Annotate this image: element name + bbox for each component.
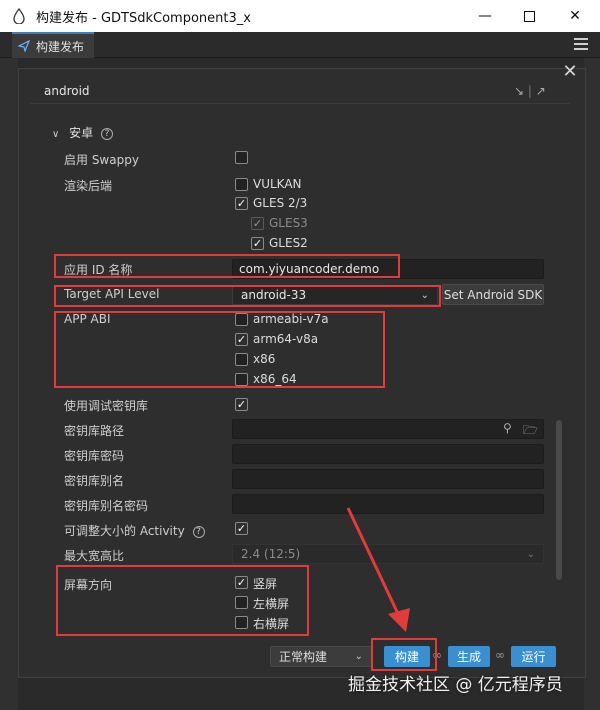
maximize-button[interactable] <box>506 0 552 32</box>
link-icon: ∞ <box>495 648 505 662</box>
highlight-build-button <box>371 638 437 671</box>
send-icon <box>18 40 30 52</box>
render-backend-label: 渲染后端 <box>64 179 113 193</box>
minimize-button[interactable]: — <box>462 0 508 32</box>
search-icon[interactable]: ⚲ <box>503 421 512 435</box>
build-mode-value: 正常构建 <box>279 650 328 664</box>
gles2-checkbox[interactable]: ✓ <box>251 237 264 250</box>
swappy-label: 启用 Swappy <box>64 153 139 167</box>
run-button[interactable]: 运行 <box>511 646 556 667</box>
tab-bar: 构建发布 <box>0 32 600 58</box>
debug-keystore-checkbox[interactable]: ✓ <box>235 398 248 411</box>
right-edge <box>584 58 600 710</box>
make-button[interactable]: 生成 <box>448 646 490 667</box>
debug-keystore-label: 使用调试密钥库 <box>64 399 149 413</box>
gles2-label: GLES2 <box>269 236 308 250</box>
help-icon[interactable]: ? <box>101 127 113 140</box>
highlight-target-api <box>54 285 441 307</box>
left-edge <box>0 58 18 710</box>
scrollbar[interactable] <box>556 420 562 580</box>
tab-build-publish[interactable]: 构建发布 <box>12 32 94 58</box>
keystore-pwd-input[interactable] <box>232 444 544 464</box>
keystore-path-label: 密钥库路径 <box>64 424 125 438</box>
keystore-pwd-label: 密钥库密码 <box>64 449 125 463</box>
keystore-alias-label: 密钥库别名 <box>64 474 125 488</box>
watermark: 掘金技术社区 @ 亿元程序员 <box>348 675 563 695</box>
platform-name: android <box>44 84 90 98</box>
resizable-activity-label: 可调整大小的 Activity ? <box>64 522 205 539</box>
header-icons: ↘ | ↗ <box>514 84 546 98</box>
set-android-sdk-button[interactable]: Set Android SDK <box>442 284 544 305</box>
collapse-chevron-icon: ∨ <box>52 129 60 140</box>
build-mode-select[interactable]: 正常构建 ⌄ <box>270 646 372 667</box>
chevron-down-icon: ⌄ <box>526 548 535 560</box>
gles23-label: GLES 2/3 <box>253 196 308 210</box>
export-icon[interactable]: ↗ <box>536 84 546 98</box>
close-window-button[interactable]: ✕ <box>552 0 598 32</box>
folder-icon[interactable]: 🗁 <box>523 421 538 442</box>
section-title: 安卓 <box>69 126 94 140</box>
keystore-alias-pwd-label: 密钥库别名密码 <box>64 499 149 513</box>
app-logo-icon <box>13 8 25 24</box>
keystore-alias-input[interactable] <box>232 469 544 489</box>
platform-header <box>30 78 570 104</box>
title-bar: 构建发布 - GDTSdkComponent3_x — ✕ <box>0 0 600 32</box>
menu-icon[interactable] <box>574 38 588 50</box>
max-aspect-label: 最大宽高比 <box>64 549 125 563</box>
gles23-checkbox[interactable]: ✓ <box>235 197 248 210</box>
resizable-activity-checkbox[interactable]: ✓ <box>235 522 248 535</box>
import-icon[interactable]: ↘ <box>514 84 524 98</box>
max-aspect-value: 2.4 (12:5) <box>241 547 301 561</box>
annotation-arrow-icon <box>346 507 410 632</box>
window-title: 构建发布 - GDTSdkComponent3_x <box>36 11 251 26</box>
resizable-activity-text: 可调整大小的 Activity <box>64 524 185 538</box>
gles3-label: GLES3 <box>269 216 308 230</box>
gles3-checkbox[interactable]: ✓ <box>251 217 264 230</box>
section-android[interactable]: ∨ 安卓 ? <box>52 124 113 141</box>
highlight-orientation <box>56 565 309 636</box>
keystore-path-input[interactable]: ⚲ 🗁 <box>232 419 544 439</box>
swappy-checkbox[interactable] <box>235 151 248 164</box>
vulkan-label: VULKAN <box>253 177 302 191</box>
highlight-app-abi <box>54 311 385 388</box>
help-icon[interactable]: ? <box>192 525 205 538</box>
vulkan-checkbox[interactable] <box>235 178 248 191</box>
tab-label: 构建发布 <box>36 39 85 54</box>
highlight-app-id <box>54 254 400 278</box>
chevron-down-icon: ⌄ <box>354 651 363 662</box>
